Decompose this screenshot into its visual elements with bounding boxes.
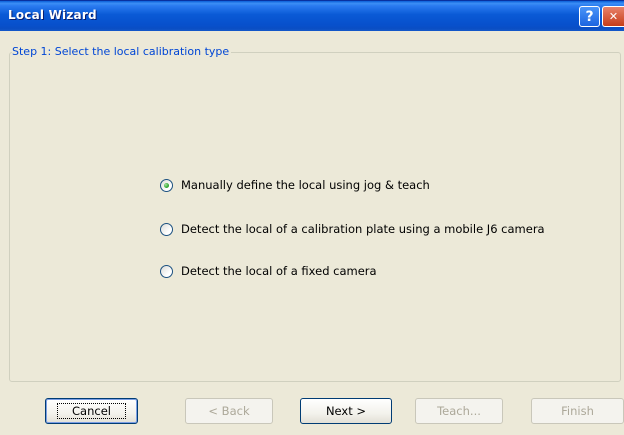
cancel-button-label: Cancel — [57, 403, 126, 419]
title-bar[interactable]: Local Wizard ? ✕ — [0, 0, 624, 31]
help-button[interactable]: ? — [579, 6, 600, 27]
next-button-label: Next > — [325, 404, 367, 418]
radio-unchecked-icon[interactable] — [160, 264, 173, 278]
option-mobile-j6-camera[interactable]: Detect the local of a calibration plate … — [160, 222, 545, 236]
option-label[interactable]: Detect the local of a fixed camera — [181, 264, 377, 278]
finish-button[interactable]: Finish — [531, 398, 624, 424]
teach-button[interactable]: Teach... — [415, 398, 503, 424]
teach-button-label: Teach... — [437, 404, 481, 418]
option-manual-jog-teach[interactable]: Manually define the local using jog & te… — [160, 178, 430, 192]
close-button[interactable]: ✕ — [602, 6, 624, 27]
step-group-box — [9, 52, 621, 382]
option-label[interactable]: Detect the local of a calibration plate … — [181, 222, 545, 236]
close-icon: ✕ — [608, 10, 619, 23]
option-fixed-camera[interactable]: Detect the local of a fixed camera — [160, 264, 377, 278]
next-button[interactable]: Next > — [300, 398, 392, 424]
step-legend: Step 1: Select the local calibration typ… — [12, 45, 232, 58]
option-label[interactable]: Manually define the local using jog & te… — [181, 178, 430, 192]
local-wizard-window: Local Wizard ? ✕ Step 1: Select the loca… — [0, 0, 624, 435]
window-title: Local Wizard — [8, 8, 97, 22]
radio-checked-icon[interactable] — [160, 178, 173, 192]
radio-unchecked-icon[interactable] — [160, 222, 173, 236]
back-button-label: < Back — [208, 404, 250, 418]
back-button[interactable]: < Back — [185, 398, 273, 424]
question-mark-icon: ? — [585, 8, 594, 25]
finish-button-label: Finish — [561, 404, 594, 418]
cancel-button[interactable]: Cancel — [45, 398, 138, 424]
